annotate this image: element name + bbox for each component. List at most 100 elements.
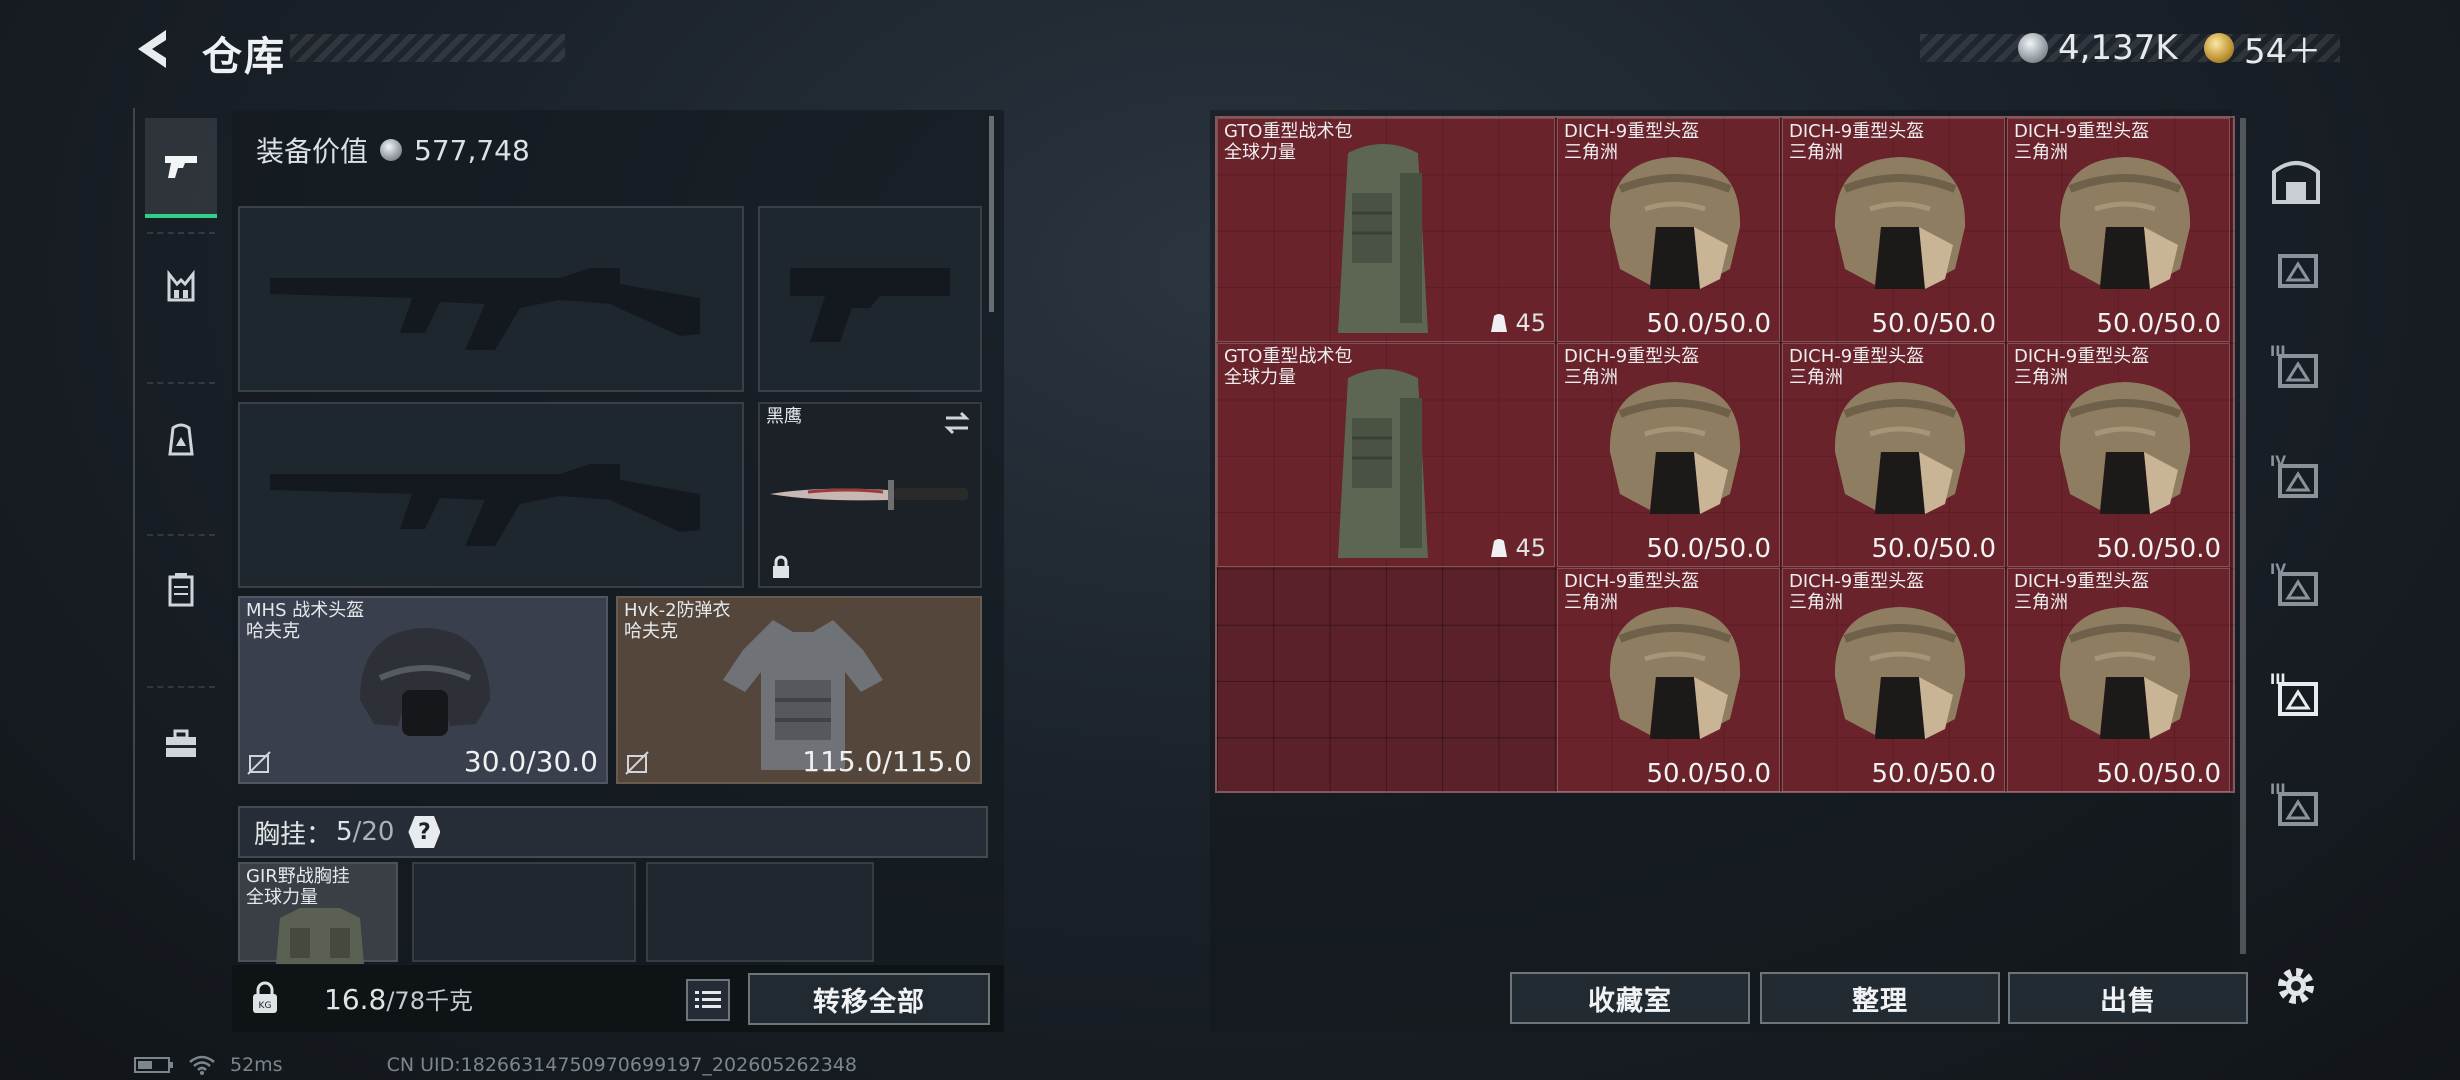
tab-backpack[interactable]	[145, 390, 217, 490]
stash-scrollbar[interactable]	[2240, 118, 2246, 954]
knife-icon	[770, 480, 968, 510]
list-view-button[interactable]	[686, 979, 730, 1021]
tab-toolbox[interactable]	[145, 694, 217, 794]
primary-weapon-slot[interactable]	[238, 206, 744, 392]
tab-stash-3[interactable]: III	[2260, 332, 2332, 404]
tab-stash-5[interactable]: IV	[2260, 550, 2332, 622]
backpack-tab-icon	[168, 423, 194, 456]
gold-currency[interactable]: 54＋	[2204, 28, 2321, 72]
helmet-durability: 50.0/50.0	[1871, 534, 1996, 564]
settings-button[interactable]	[2260, 950, 2332, 1022]
stash-item-helmet[interactable]: DICH-9重型头盔 三角洲 50.0/50.0	[1557, 343, 1780, 567]
helmet-durability: 30.0/30.0	[463, 745, 598, 778]
heavy-helmet-icon	[2059, 382, 2191, 514]
carry-weight: 16.8/78千克	[324, 983, 473, 1016]
stash-tab-5-icon: IV	[2270, 562, 2318, 606]
sort-button[interactable]: 整理	[1760, 972, 2000, 1024]
svg-text:IV: IV	[2270, 562, 2286, 578]
armor-durability: 115.0/115.0	[802, 745, 972, 778]
stash-item-backpack[interactable]: GTO重型战术包 全球力量 45	[1217, 343, 1555, 567]
no-repair-icon	[247, 751, 271, 775]
heavy-helmet-icon	[1609, 607, 1741, 739]
svg-text:III: III	[2270, 344, 2286, 360]
svg-text:KG: KG	[259, 1001, 272, 1011]
stash-item-helmet[interactable]: DICH-9重型头盔 三角洲 50.0/50.0	[1782, 343, 2005, 567]
helmet-durability: 50.0/50.0	[2096, 309, 2221, 339]
chest-rig-slot[interactable]: GIR野战胸挂 全球力量	[238, 862, 398, 964]
silver-currency[interactable]: 4,137K	[2018, 28, 2178, 68]
chest-rig-empty-slot[interactable]	[646, 862, 874, 962]
tab-stash-home[interactable]	[2260, 144, 2332, 216]
tab-divider	[147, 382, 215, 384]
stash-item-helmet[interactable]: DICH-9重型头盔 三角洲 50.0/50.0	[1557, 118, 1780, 342]
loadout-panel: 装备价值 577,748 黑鹰 MHS 战术头盔 哈夫克 30.0/30.0 H…	[232, 110, 1004, 1032]
chest-rig-bar: 胸挂： 5 /20 ?	[238, 806, 988, 858]
stash-tab-6-icon: III	[2270, 672, 2318, 716]
chest-used: 5	[336, 817, 353, 847]
stash-tab-7-icon: III	[2270, 782, 2318, 826]
list-icon	[695, 991, 721, 1008]
helmet-slot[interactable]: MHS 战术头盔 哈夫克 30.0/30.0	[238, 596, 608, 784]
tab-weapons[interactable]	[145, 118, 217, 218]
silver-coin-icon	[380, 139, 403, 161]
title-decoration	[290, 34, 565, 62]
swap-icon[interactable]	[942, 410, 972, 436]
loadout-scrollbar[interactable]	[989, 116, 994, 312]
tab-harness[interactable]	[145, 238, 217, 338]
helmet-durability: 50.0/50.0	[2096, 759, 2221, 789]
heavy-helmet-icon	[2059, 157, 2191, 289]
backpack-small-icon	[1491, 314, 1508, 332]
helmet-durability: 50.0/50.0	[1646, 759, 1771, 789]
chest-help-button[interactable]: ?	[408, 816, 441, 848]
svg-text:III: III	[2270, 672, 2286, 688]
silver-amount: 4,137K	[2058, 28, 2178, 68]
chest-label: 胸挂：	[254, 819, 333, 850]
helmet-durability: 50.0/50.0	[1646, 534, 1771, 564]
gold-coin-icon	[2204, 33, 2234, 63]
tab-container[interactable]	[145, 540, 217, 640]
back-arrow-icon[interactable]	[130, 26, 180, 72]
tab-stash-4[interactable]: IV	[2260, 442, 2332, 514]
stash-home-icon	[2272, 161, 2320, 204]
stash-tabs: III IV IV III III	[2250, 120, 2370, 1004]
pistol-silhouette-icon	[790, 268, 950, 342]
tab-stash-2[interactable]	[2260, 232, 2332, 304]
stash-tab-4-icon: IV	[2270, 454, 2318, 498]
stash-item-helmet[interactable]: DICH-9重型头盔 三角洲 50.0/50.0	[1782, 118, 2005, 342]
stash-item-helmet[interactable]: DICH-9重型头盔 三角洲 50.0/50.0	[2007, 343, 2230, 567]
armor-slot[interactable]: Hvk-2防弹衣 哈夫克 115.0/115.0	[616, 596, 982, 784]
stash-item-helmet[interactable]: DICH-9重型头盔 三角洲 50.0/50.0	[2007, 118, 2230, 342]
rifle-silhouette-icon	[270, 464, 700, 546]
stash-tab-2-icon	[2278, 254, 2318, 288]
stash-item-backpack[interactable]: GTO重型战术包 全球力量 45	[1217, 118, 1555, 342]
stash-item-helmet[interactable]: DICH-9重型头盔 三角洲 50.0/50.0	[2007, 568, 2230, 792]
tactical-helmet-icon	[360, 628, 490, 736]
chest-rig-name: GIR野战胸挂 全球力量	[246, 866, 350, 908]
chest-rig-empty-slot[interactable]	[412, 862, 636, 962]
tab-stash-7[interactable]: III	[2260, 770, 2332, 842]
stash-item-helmet[interactable]: DICH-9重型头盔 三角洲 50.0/50.0	[1557, 568, 1780, 792]
knife-name: 黑鹰	[766, 406, 802, 427]
transfer-all-button[interactable]: 转移全部	[748, 973, 990, 1025]
svg-text:III: III	[2270, 782, 2286, 798]
heavy-helmet-icon	[1834, 157, 1966, 289]
loadout-tabs	[133, 108, 223, 860]
heavy-helmet-icon	[1609, 382, 1741, 514]
container-tab-icon	[168, 573, 194, 607]
pistol-slot[interactable]	[758, 206, 982, 392]
lock-icon	[773, 555, 789, 578]
secondary-weapon-slot[interactable]	[238, 402, 744, 588]
tactical-backpack-icon	[1338, 369, 1428, 558]
tab-divider	[147, 686, 215, 688]
helmet-durability: 50.0/50.0	[1871, 759, 1996, 789]
tab-divider	[147, 534, 215, 536]
tab-stash-6[interactable]: III	[2260, 660, 2332, 732]
chest-total: /20	[352, 817, 395, 847]
equip-value-label: 装备价值	[256, 135, 369, 168]
wifi-icon	[189, 1055, 215, 1075]
melee-slot[interactable]: 黑鹰	[758, 402, 982, 588]
stash-item-helmet[interactable]: DICH-9重型头盔 三角洲 50.0/50.0	[1782, 568, 2005, 792]
sell-button[interactable]: 出售	[2008, 972, 2248, 1024]
collection-room-button[interactable]: 收藏室	[1510, 972, 1750, 1024]
backpack-capacity: 45	[1489, 534, 1546, 562]
